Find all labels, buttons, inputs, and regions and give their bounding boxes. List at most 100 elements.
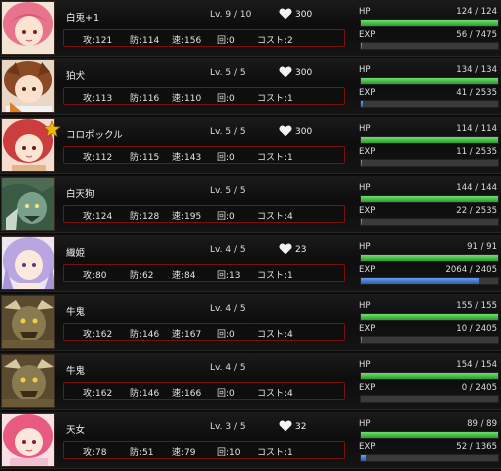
exp-bar-fill <box>361 101 364 107</box>
stat-attack: 攻:112 <box>83 153 113 163</box>
hp-bar-fill <box>361 78 498 84</box>
favorite-star-icon[interactable] <box>43 120 61 138</box>
unit-portrait <box>1 413 55 467</box>
unit-row[interactable]: 白兎+1 Lv. 9 / 10 300 攻:121 防:114 速:156 回:… <box>0 0 501 57</box>
unit-name: 白兎+1 <box>66 13 100 24</box>
stat-speed: 速:84 <box>172 271 196 281</box>
stat-speed: 速:156 <box>172 36 202 46</box>
unit-portrait <box>1 1 55 55</box>
exp-value: 10 / 2405 <box>456 324 497 334</box>
unit-portrait <box>1 236 55 290</box>
hp-label: HP <box>359 419 371 429</box>
hp-value: 134 / 134 <box>456 65 497 75</box>
unit-portrait <box>1 295 55 349</box>
gauge-panel: HP 155 / 155 EXP 10 / 2405 <box>356 294 501 350</box>
hp-bar-fill <box>361 137 498 143</box>
unit-row[interactable]: 織姫 Lv. 4 / 5 23 攻:80 防:62 速:84 回:13 コスト:… <box>0 235 501 292</box>
exp-bar <box>360 277 499 285</box>
exp-label: EXP <box>359 265 376 275</box>
exp-label: EXP <box>359 30 376 40</box>
unit-row[interactable]: 白天狗 Lv. 5 / 5 攻:124 防:128 速:195 回:0 コスト:… <box>0 176 501 233</box>
exp-value: 22 / 2535 <box>456 206 497 216</box>
affection-value: 23 <box>295 245 307 255</box>
exp-label: EXP <box>359 442 376 452</box>
stat-box: 攻:112 防:115 速:143 回:0 コスト:1 <box>63 146 345 164</box>
exp-bar-fill <box>361 278 479 284</box>
unit-level: Lv. 4 / 5 <box>210 245 246 255</box>
hp-bar-fill <box>361 373 498 379</box>
stat-attack: 攻:113 <box>83 94 113 104</box>
stat-speed: 速:143 <box>172 153 202 163</box>
hp-label: HP <box>359 7 371 17</box>
exp-bar <box>360 218 499 226</box>
exp-bar <box>360 336 499 344</box>
stat-cost: コスト:4 <box>257 389 293 399</box>
stat-speed: 速:195 <box>172 212 202 222</box>
hp-label: HP <box>359 301 371 311</box>
unit-row[interactable]: コロポックル Lv. 5 / 5 300 攻:112 防:115 速:143 回… <box>0 117 501 174</box>
exp-label: EXP <box>359 383 376 393</box>
heart-icon <box>279 420 292 431</box>
stat-box: 攻:124 防:128 速:195 回:0 コスト:4 <box>63 205 345 223</box>
stat-recovery: 回:0 <box>217 94 235 104</box>
hp-bar <box>360 195 499 203</box>
unit-level: Lv. 5 / 5 <box>210 186 246 196</box>
exp-value: 41 / 2535 <box>456 88 497 98</box>
stat-speed: 速:166 <box>172 389 202 399</box>
hp-value: 155 / 155 <box>456 301 497 311</box>
hp-bar <box>360 431 499 439</box>
exp-bar-fill <box>361 455 367 461</box>
unit-row[interactable]: 狛犬 Lv. 5 / 5 300 攻:113 防:116 速:110 回:0 コ… <box>0 58 501 115</box>
unit-name: コロポックル <box>66 130 123 141</box>
hp-bar <box>360 77 499 85</box>
heart-icon <box>279 125 292 136</box>
gauge-panel: HP 124 / 124 EXP 56 / 7475 <box>356 0 501 56</box>
hp-bar-fill <box>361 20 498 26</box>
unit-row[interactable]: 天女 Lv. 3 / 5 32 攻:78 防:51 速:79 回:10 コスト:… <box>0 412 501 469</box>
stat-recovery: 回:13 <box>217 271 241 281</box>
unit-level: Lv. 5 / 5 <box>210 68 246 78</box>
stat-box: 攻:162 防:146 速:166 回:0 コスト:4 <box>63 382 345 400</box>
hp-value: 114 / 114 <box>456 124 497 134</box>
unit-level: Lv. 4 / 5 <box>210 304 246 314</box>
stat-speed: 速:167 <box>172 330 202 340</box>
stat-recovery: 回:0 <box>217 330 235 340</box>
exp-bar-fill <box>361 337 362 343</box>
hp-label: HP <box>359 65 371 75</box>
stat-cost: コスト:1 <box>257 153 293 163</box>
gauge-panel: HP 134 / 134 EXP 41 / 2535 <box>356 58 501 114</box>
hp-bar <box>360 19 499 27</box>
gauge-panel: HP 144 / 144 EXP 22 / 2535 <box>356 176 501 232</box>
unit-level: Lv. 3 / 5 <box>210 422 246 432</box>
exp-label: EXP <box>359 147 376 157</box>
hp-value: 144 / 144 <box>456 183 497 193</box>
stat-box: 攻:80 防:62 速:84 回:13 コスト:1 <box>63 264 345 282</box>
stat-defense: 防:116 <box>130 94 160 104</box>
unit-row[interactable]: 牛鬼 Lv. 4 / 5 攻:162 防:146 速:167 回:0 コスト:4… <box>0 294 501 351</box>
hp-value: 89 / 89 <box>467 419 497 429</box>
heart-icon <box>279 8 292 19</box>
hp-label: HP <box>359 183 371 193</box>
unit-name: 白天狗 <box>66 189 95 200</box>
exp-label: EXP <box>359 324 376 334</box>
stat-attack: 攻:162 <box>83 389 113 399</box>
stat-defense: 防:51 <box>130 448 154 458</box>
gauge-panel: HP 154 / 154 EXP 0 / 2405 <box>356 353 501 409</box>
hp-value: 91 / 91 <box>467 242 497 252</box>
affection-value: 300 <box>295 10 313 20</box>
hp-bar <box>360 254 499 262</box>
unit-level: Lv. 9 / 10 <box>210 10 252 20</box>
hp-value: 154 / 154 <box>456 360 497 370</box>
hp-bar-fill <box>361 432 498 438</box>
unit-portrait <box>1 59 55 113</box>
unit-level: Lv. 4 / 5 <box>210 363 246 373</box>
stat-recovery: 回:0 <box>217 212 235 222</box>
hp-bar <box>360 313 499 321</box>
stat-defense: 防:114 <box>130 36 160 46</box>
exp-bar <box>360 454 499 462</box>
unit-row[interactable]: 牛鬼 Lv. 4 / 5 攻:162 防:146 速:166 回:0 コスト:4… <box>0 353 501 410</box>
stat-box: 攻:162 防:146 速:167 回:0 コスト:4 <box>63 323 345 341</box>
stat-defense: 防:115 <box>130 153 160 163</box>
stat-recovery: 回:0 <box>217 153 235 163</box>
unit-name: 狛犬 <box>66 71 86 82</box>
